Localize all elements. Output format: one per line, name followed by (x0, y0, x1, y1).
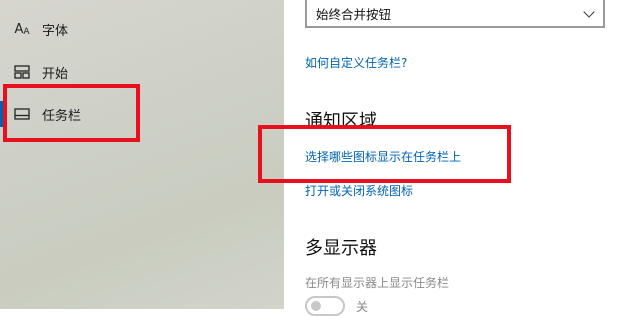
notification-area-heading: 通知区域 (305, 111, 377, 132)
show-on-all-displays-toggle[interactable] (305, 296, 345, 316)
start-icon (13, 64, 31, 80)
taskbar-icon (13, 106, 31, 122)
system-icons-link[interactable]: 打开或关闭系统图标 (305, 182, 413, 199)
active-indicator (0, 101, 3, 127)
sidebar-item-start[interactable]: 开始 (0, 52, 284, 92)
dropdown-value: 始终合并按钮 (316, 6, 392, 22)
font-icon: AA (14, 21, 30, 37)
sidebar-item-label: 任务栏 (42, 108, 82, 124)
customize-taskbar-link[interactable]: 如何自定义任务栏? (305, 54, 407, 71)
chevron-down-icon (583, 6, 595, 18)
multiple-displays-heading: 多显示器 (305, 238, 377, 259)
settings-sidebar: AA 字体 开始 任务栏 (0, 0, 284, 309)
select-taskbar-icons-link[interactable]: 选择哪些图标显示在任务栏上 (305, 148, 461, 165)
sidebar-item-label: 开始 (42, 66, 69, 82)
show-on-all-displays-label: 在所有显示器上显示任务栏 (305, 276, 450, 290)
combine-buttons-dropdown[interactable]: 始终合并按钮 (305, 0, 605, 28)
sidebar-item-fonts[interactable]: AA 字体 (0, 9, 284, 49)
settings-content: 始终合并按钮 如何自定义任务栏? 通知区域 选择哪些图标显示在任务栏上 打开或关… (284, 0, 620, 316)
toggle-state-label: 关 (356, 300, 369, 314)
sidebar-item-label: 字体 (42, 23, 69, 39)
sidebar-item-taskbar[interactable]: 任务栏 (0, 94, 284, 134)
toggle-knob (311, 301, 321, 311)
